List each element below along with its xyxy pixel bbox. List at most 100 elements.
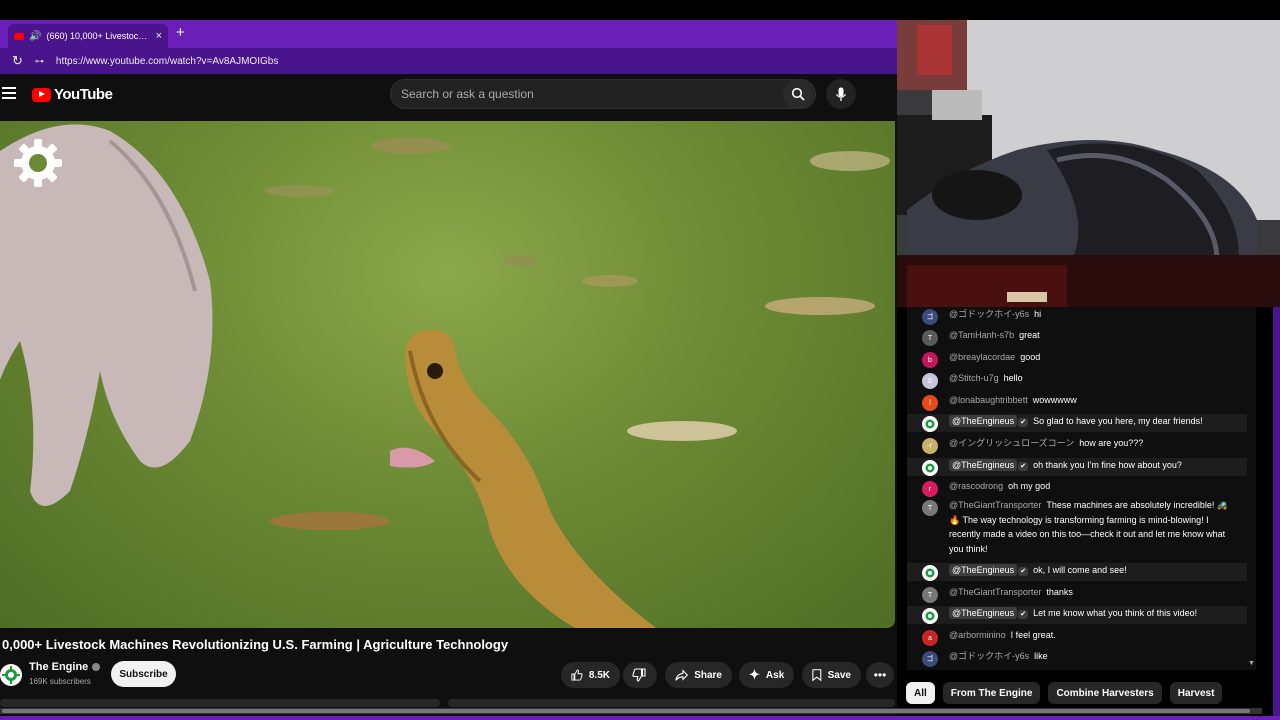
- chat-message[interactable]: イ @イングリッシュローズコーン how are you???: [907, 436, 1247, 454]
- chat-scroll-down-icon[interactable]: ▼: [1248, 660, 1255, 667]
- url-field[interactable]: https://www.youtube.com/watch?v=Av8AJMOI…: [56, 56, 278, 67]
- chat-message[interactable]: @TheEngineus ✔ ok, I will come and see!: [907, 563, 1247, 581]
- thumbs-up-icon: [571, 669, 583, 681]
- chat-message-text: how are you???: [1079, 438, 1144, 448]
- chat-owner-name[interactable]: @TheEngineus: [949, 415, 1018, 427]
- filter-chip[interactable]: All: [906, 682, 935, 704]
- more-actions-button[interactable]: •••: [866, 662, 894, 688]
- chat-avatar[interactable]: S: [922, 373, 938, 389]
- filter-chip[interactable]: From The Engine: [942, 682, 1041, 704]
- search-icon: [791, 87, 805, 101]
- chat-avatar[interactable]: T: [922, 587, 938, 603]
- search-button[interactable]: [783, 79, 813, 109]
- browser-tab[interactable]: 🔊 (660) 10,000+ Livestock Mach ×: [8, 24, 168, 48]
- chat-avatar[interactable]: イ: [922, 438, 938, 454]
- chat-avatar-letter: イ: [926, 443, 934, 450]
- chat-message-text: hello: [1003, 373, 1023, 383]
- chat-message[interactable]: l @lonabaughtribbett wowwwww: [907, 393, 1247, 411]
- chat-avatar[interactable]: l: [922, 395, 938, 411]
- chat-avatar[interactable]: ゴ: [922, 309, 938, 325]
- chat-message-body: @ゴドックホイ-y6s like: [949, 649, 1239, 667]
- save-button[interactable]: Save: [802, 662, 861, 688]
- chat-message[interactable]: @TheEngineus ✔ So glad to have you here, m…: [907, 414, 1247, 432]
- top-black-bar: [0, 0, 1280, 20]
- chat-avatar[interactable]: [922, 565, 938, 581]
- chat-message[interactable]: a @arborminino I feel great.: [907, 628, 1247, 646]
- chat-message[interactable]: T @TheGiantTransporter thanks: [907, 585, 1247, 603]
- chat-message[interactable]: T @TamHanh-s7b great: [907, 328, 1247, 346]
- chat-message[interactable]: S @Stitch-u7g hello: [907, 371, 1247, 389]
- search-input[interactable]: Search or ask a question: [390, 79, 816, 109]
- dislike-button[interactable]: [623, 662, 657, 688]
- channel-avatar[interactable]: [0, 664, 22, 686]
- chat-author-name[interactable]: @rascodrong: [949, 481, 1003, 491]
- chat-avatar[interactable]: [922, 416, 938, 432]
- channel-name[interactable]: The Engine: [29, 661, 101, 673]
- chat-message-text: great: [1019, 330, 1040, 340]
- youtube-header: YouTube Search or ask a question: [0, 74, 897, 120]
- chat-message-body: @arborminino I feel great.: [949, 628, 1239, 646]
- chat-avatar[interactable]: [922, 608, 938, 624]
- chat-author-name[interactable]: @TheGiantTransporter: [949, 500, 1041, 510]
- chat-author-name[interactable]: @Stitch-u7g: [949, 373, 999, 383]
- chat-avatar[interactable]: a: [922, 630, 938, 646]
- chat-author-name[interactable]: @ゴドックホイ-y6s: [949, 309, 1029, 319]
- chat-message-body: @rascodrong oh my god: [949, 479, 1239, 497]
- tab-close-icon[interactable]: ×: [156, 30, 162, 42]
- filter-chip[interactable]: Combine Harvesters: [1048, 682, 1162, 704]
- chat-message-body: @TheEngineus ✔ ok, I will come and see!: [949, 563, 1239, 581]
- filter-chip[interactable]: Harvest: [1169, 682, 1223, 704]
- chat-avatar[interactable]: b: [922, 352, 938, 368]
- chat-author-name[interactable]: @breaylacordae: [949, 352, 1015, 362]
- share-button[interactable]: Share: [665, 662, 732, 688]
- new-tab-button[interactable]: +: [176, 24, 185, 41]
- more-icon: •••: [873, 668, 887, 682]
- chat-message[interactable]: r @rascodrong oh my god: [907, 479, 1247, 497]
- horizontal-scrollbar-thumb[interactable]: [2, 709, 1250, 713]
- comments-box[interactable]: [448, 699, 895, 707]
- chat-message-body: @TheEngineus ✔ oh thank you I'm fine how a…: [949, 458, 1239, 476]
- voice-search-button[interactable]: [826, 79, 856, 109]
- chat-avatar[interactable]: ゴ: [922, 651, 938, 667]
- chat-author-name[interactable]: @arborminino: [949, 630, 1006, 640]
- youtube-logo[interactable]: YouTube: [32, 86, 113, 103]
- site-info-icon[interactable]: ⊶: [35, 56, 44, 67]
- ask-button[interactable]: ✦ Ask: [739, 662, 794, 688]
- verified-icon: [92, 663, 101, 671]
- description-box[interactable]: [0, 699, 440, 707]
- recommendation-chips: All From The Engine Combine Harvesters Harv…: [906, 682, 1223, 704]
- menu-icon[interactable]: [2, 87, 16, 99]
- chat-author-name[interactable]: @lonabaughtribbett: [949, 395, 1028, 405]
- chat-author-name[interactable]: @TamHanh-s7b: [949, 330, 1014, 340]
- chat-message[interactable]: @TheEngineus ✔ Let me know what you think …: [907, 606, 1247, 624]
- chat-owner-name[interactable]: @TheEngineus: [949, 459, 1018, 471]
- chat-owner-name[interactable]: @TheEngineus: [949, 607, 1018, 619]
- chat-message-body: @breaylacordae good: [949, 350, 1239, 368]
- chat-author-name[interactable]: @TheGiantTransporter: [949, 587, 1041, 597]
- chat-message[interactable]: ゴ @ゴドックホイ-y6s hi: [907, 307, 1247, 325]
- speaker-icon[interactable]: 🔊: [29, 31, 41, 42]
- subscribe-button[interactable]: Subscribe: [111, 661, 176, 687]
- chat-avatar[interactable]: T: [922, 500, 938, 516]
- chat-message[interactable]: b @breaylacordae good: [907, 350, 1247, 368]
- chat-avatar[interactable]: T: [922, 330, 938, 346]
- chat-avatar-letter: T: [927, 591, 933, 599]
- video-player[interactable]: [0, 121, 895, 628]
- channel-watermark-icon: [12, 137, 64, 194]
- chat-avatar-letter: b: [928, 356, 932, 364]
- chat-message[interactable]: ゴ @ゴドックホイ-y6s like: [907, 649, 1247, 667]
- chat-author-name[interactable]: @ゴドックホイ-y6s: [949, 651, 1029, 661]
- chat-avatar[interactable]: r: [922, 481, 938, 497]
- reload-icon[interactable]: ↻: [12, 53, 23, 69]
- chat-author-name[interactable]: @イングリッシュローズコーン: [949, 438, 1074, 448]
- gear-icon: [925, 611, 935, 621]
- gear-icon: [2, 666, 20, 684]
- chat-message[interactable]: @TheEngineus ✔ oh thank you I'm fine how a…: [907, 458, 1247, 476]
- subscriber-count: 169K subscribers: [29, 677, 91, 686]
- like-button[interactable]: 8.5K: [561, 662, 620, 688]
- chat-message-body: @イングリッシュローズコーン how are you???: [949, 436, 1239, 454]
- chat-avatar[interactable]: [922, 460, 938, 476]
- chat-message[interactable]: T @TheGiantTransporter These machines are …: [907, 498, 1247, 556]
- chat-message-body: @TheEngineus ✔ Let me know what you think …: [949, 606, 1239, 624]
- chat-owner-name[interactable]: @TheEngineus: [949, 564, 1018, 576]
